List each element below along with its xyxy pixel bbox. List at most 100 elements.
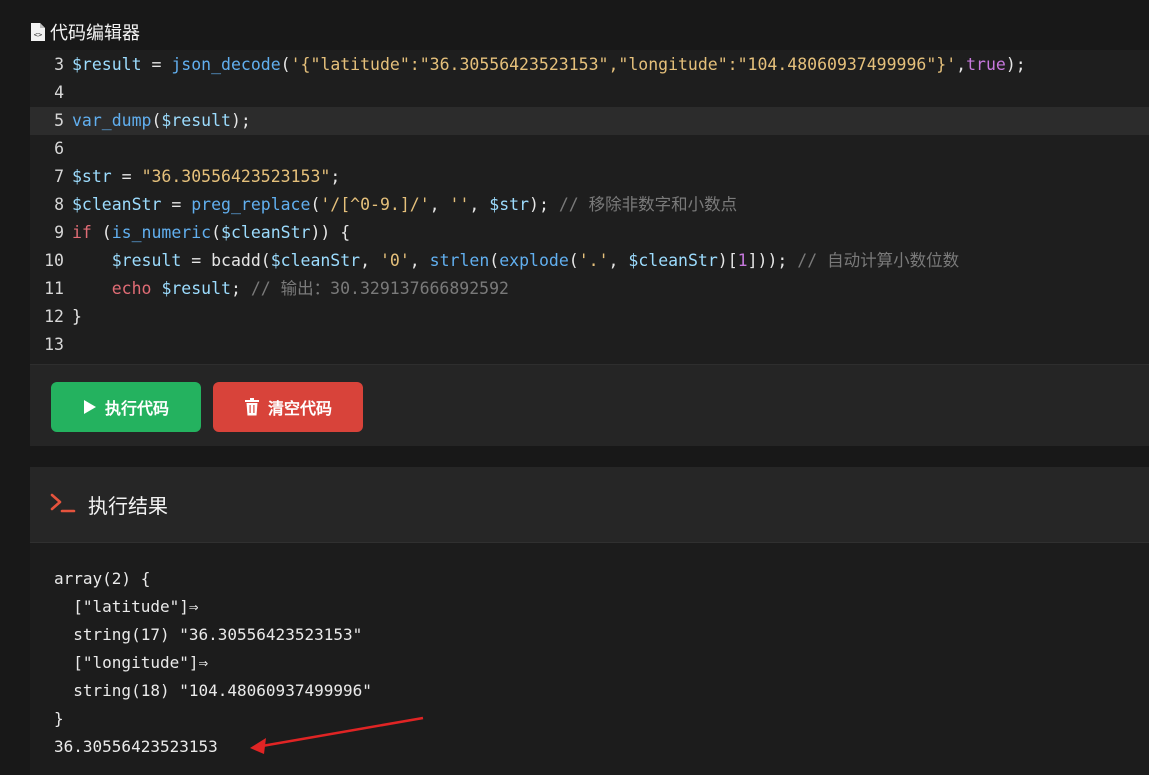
code-token: } — [72, 307, 82, 326]
clear-code-label: 清空代码 — [267, 399, 332, 418]
code-token: '' — [449, 195, 470, 214]
code-line[interactable]: 12} — [30, 303, 1149, 331]
code-area[interactable]: 3 $result = json_decode('{"latitude":"36.… — [30, 50, 1149, 364]
code-token: echo — [111, 279, 152, 298]
output-line: 36.30556423523153 — [54, 737, 218, 756]
line-number: 3 — [54, 55, 64, 74]
code-token: ( — [280, 55, 291, 74]
code-line[interactable]: 3 $result = json_decode('{"latitude":"36.… — [30, 51, 1149, 79]
output-line: array(2) { — [54, 569, 151, 588]
code-file-icon: <> — [30, 22, 46, 42]
output-line: } — [54, 709, 64, 728]
code-editor: 3 $result = json_decode('{"latitude":"36.… — [30, 50, 1149, 446]
code-token: )) { — [310, 223, 351, 242]
code-token: ( — [151, 111, 162, 130]
code-token: $str — [489, 195, 530, 214]
code-token: 1 — [737, 251, 748, 270]
line-number: 13 — [44, 335, 64, 354]
code-token: preg_replace — [191, 195, 311, 214]
code-token: , — [956, 55, 967, 74]
code-text: $cleanStr = preg_replace('/[^0-9.]/', ''… — [72, 191, 737, 219]
code-text: if (is_numeric($cleanStr)) { — [72, 219, 350, 247]
code-token: '{"latitude":"36.30556423523153","longit… — [290, 55, 957, 74]
code-token: ( — [91, 223, 112, 242]
code-text: $str = "36.30556423523153"; — [72, 163, 340, 191]
code-text: } — [72, 303, 82, 331]
code-token: // 移除非数字和小数点 — [558, 195, 738, 214]
code-line[interactable]: 9 if (is_numeric($cleanStr)) { — [30, 219, 1149, 247]
code-token: ; — [230, 279, 251, 298]
code-token: = — [141, 55, 172, 74]
code-token: ); — [230, 111, 251, 130]
editor-toolbar: 执行代码 清空代码 — [30, 364, 1149, 446]
page-title: 代码编辑器 — [50, 23, 140, 44]
code-token: $cleanStr — [628, 251, 718, 270]
line-number: 6 — [54, 139, 64, 158]
code-token: ( — [211, 223, 222, 242]
code-token: , — [409, 251, 430, 270]
trash-icon — [244, 398, 260, 416]
code-token: is_numeric — [111, 223, 212, 242]
line-number: 11 — [44, 279, 64, 298]
code-token: ( — [310, 195, 321, 214]
code-line[interactable]: 13 — [30, 331, 1149, 359]
run-code-button[interactable]: 执行代码 — [51, 382, 201, 432]
code-token: // 输出：30.329137666892592 — [250, 279, 509, 298]
result-title: 执行结果 — [88, 494, 168, 518]
code-line[interactable]: 10 $result = bcadd($cleanStr, '0', strle… — [30, 247, 1149, 275]
code-line[interactable]: 11 echo $result; // 输出：30.32913766689259… — [30, 275, 1149, 303]
output-line: string(17) "36.30556423523153" — [54, 625, 363, 644]
code-token: , — [429, 195, 450, 214]
line-number: 5 — [54, 111, 64, 130]
line-number: 12 — [44, 307, 64, 326]
code-token: ); — [529, 195, 559, 214]
code-token: strlen — [429, 251, 490, 270]
code-token: = — [111, 167, 142, 186]
line-number: 8 — [54, 195, 64, 214]
code-token: $cleanStr — [221, 223, 311, 242]
code-token: explode — [499, 251, 569, 270]
svg-text:<>: <> — [34, 31, 42, 39]
code-token: '0' — [379, 251, 410, 270]
code-token: $cleanStr — [72, 195, 162, 214]
code-token: $result — [161, 279, 231, 298]
output-line: string(18) "104.48060937499996" — [54, 681, 372, 700]
line-number: 9 — [54, 223, 64, 242]
code-text: $result = json_decode('{"latitude":"36.3… — [72, 51, 1026, 79]
code-line[interactable]: 5 var_dump($result); — [30, 107, 1149, 135]
code-text: var_dump($result); — [72, 107, 251, 135]
code-token: , — [469, 195, 490, 214]
line-number: 7 — [54, 167, 64, 186]
code-token: $result — [72, 55, 142, 74]
code-token: json_decode — [171, 55, 281, 74]
run-code-label: 执行代码 — [104, 399, 169, 418]
code-token: var_dump — [72, 111, 152, 130]
code-token: if — [72, 223, 92, 242]
code-line[interactable]: 4 — [30, 79, 1149, 107]
code-token: ])); — [747, 251, 798, 270]
result-header: 执行结果 — [30, 467, 1149, 543]
code-token: ; — [330, 167, 341, 186]
code-token: // 自动计算小数位数 — [797, 251, 960, 270]
code-token: = — [161, 195, 192, 214]
code-token: ( — [489, 251, 500, 270]
play-icon — [83, 399, 97, 415]
output-line: ["latitude"]⇒ — [54, 597, 199, 616]
clear-code-button[interactable]: 清空代码 — [213, 382, 363, 432]
code-token: "36.30556423523153" — [141, 167, 331, 186]
code-line[interactable]: 8 $cleanStr = preg_replace('/[^0-9.]/', '… — [30, 191, 1149, 219]
line-number: 4 — [54, 83, 64, 102]
code-token: '/[^0-9.]/' — [320, 195, 430, 214]
output-text: array(2) { ["latitude"]⇒ string(17) "36.… — [54, 565, 372, 761]
code-line[interactable]: 7 $str = "36.30556423523153"; — [30, 163, 1149, 191]
line-number: 10 — [44, 251, 64, 270]
terminal-prompt-icon — [50, 492, 76, 518]
code-line[interactable]: 6 — [30, 135, 1149, 163]
code-text: $result = bcadd($cleanStr, '0', strlen(e… — [72, 247, 959, 275]
result-panel: 执行结果 array(2) { ["latitude"]⇒ string(17)… — [30, 467, 1149, 775]
code-token: $cleanStr — [270, 251, 361, 270]
code-token: $str — [72, 167, 112, 186]
